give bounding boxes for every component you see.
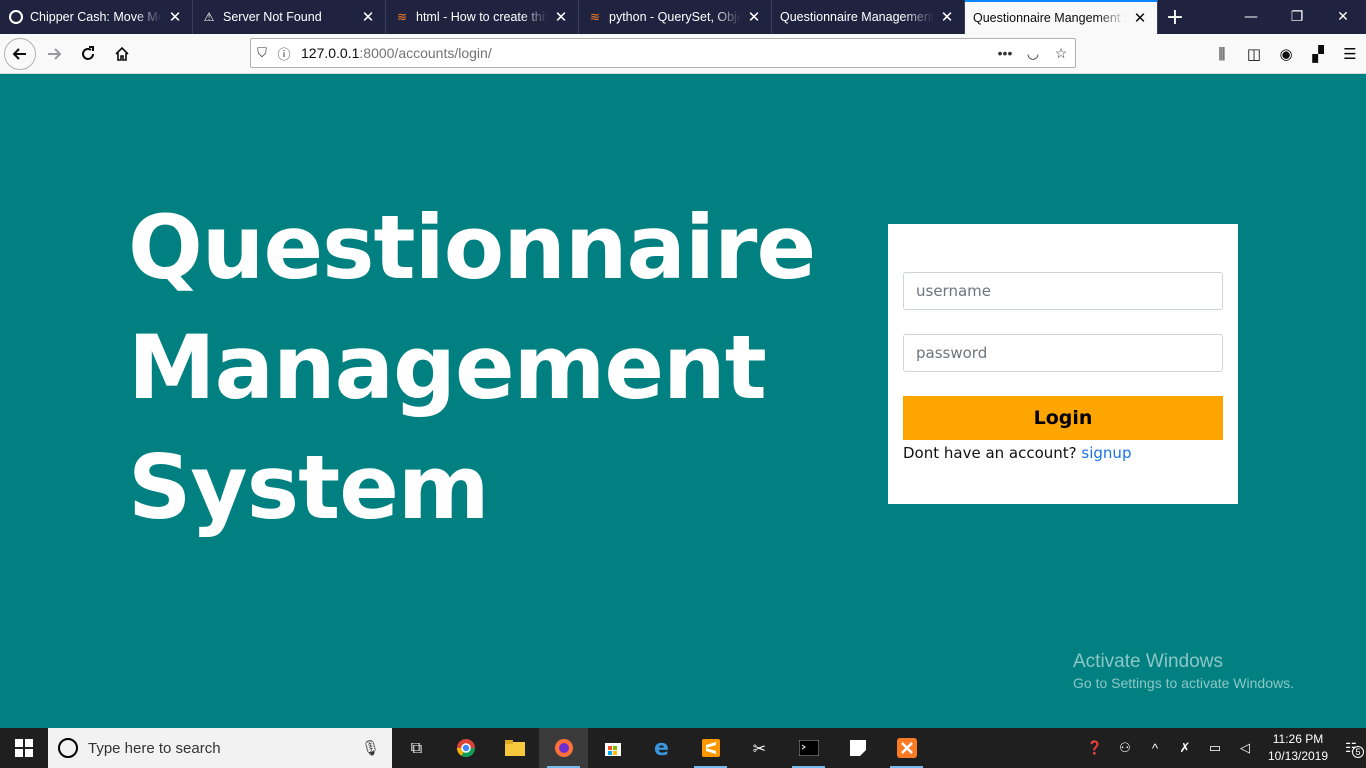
watermark-title: Activate Windows	[1073, 651, 1223, 672]
signup-prompt: Dont have an account?	[903, 444, 1082, 462]
extensions-icon[interactable]: ▞	[1302, 45, 1334, 63]
system-tray: ❓ ⚇ ^ ✗ ▭ ◁ 11:26 PM 10/13/2019 ☷ 5	[1080, 728, 1366, 768]
activate-windows-watermark: Activate Windows Go to Settings to activ…	[1073, 651, 1294, 691]
page-actions-icon[interactable]: •••	[991, 45, 1019, 62]
reload-icon	[82, 45, 94, 60]
shield-icon[interactable]: ⛉	[251, 45, 273, 61]
signup-link[interactable]: signup	[1081, 444, 1131, 462]
sidebar-icon[interactable]: ◫	[1238, 45, 1270, 63]
close-icon[interactable]: ✕	[359, 8, 377, 26]
new-tab-button[interactable]: +	[1158, 0, 1192, 34]
tab-server-not-found[interactable]: ⚠ Server Not Found ✕	[193, 0, 386, 34]
store-icon[interactable]	[588, 728, 637, 768]
search-placeholder: Type here to search	[88, 739, 221, 757]
terminal-icon[interactable]	[784, 728, 833, 768]
close-icon[interactable]: ✕	[166, 8, 184, 26]
warning-icon: ⚠	[203, 10, 215, 24]
clock-time: 11:26 PM	[1272, 732, 1324, 746]
tab-html[interactable]: ≋ html - How to create this ✕	[386, 0, 579, 34]
reload-button[interactable]	[72, 38, 104, 70]
tab-title: python - QuerySet, Objec	[609, 10, 741, 24]
stackoverflow-icon: ≋	[589, 10, 601, 24]
chipper-icon	[8, 9, 24, 25]
tab-title: html - How to create this	[416, 10, 548, 24]
notification-count: 5	[1352, 746, 1364, 758]
page-title: Questionnaire Management System	[128, 188, 816, 548]
login-card: Login Dont have an account? signup	[888, 224, 1238, 504]
tab-title: Questionnaire Mangement Sy	[973, 11, 1127, 25]
restore-icon[interactable]: ❐	[1274, 0, 1320, 34]
account-icon[interactable]: ◉	[1270, 45, 1302, 63]
close-icon[interactable]: ✕	[552, 8, 570, 26]
tab-title: Chipper Cash: Move Mon	[30, 10, 162, 24]
title-line: Questionnaire	[128, 196, 816, 299]
username-input[interactable]	[903, 272, 1223, 310]
home-icon	[115, 46, 129, 61]
minimize-icon[interactable]: —	[1228, 0, 1274, 34]
taskbar: Type here to search 🎙 ⧉ e ✂ ❓ ⚇ ^ ✗ ▭ ◁ …	[0, 728, 1366, 768]
chevron-up-icon[interactable]: ^	[1140, 741, 1170, 756]
library-icon[interactable]: ⫼	[1206, 45, 1238, 63]
start-button[interactable]	[0, 728, 48, 768]
taskbar-search[interactable]: Type here to search 🎙	[48, 728, 392, 768]
cortana-icon	[58, 738, 78, 758]
task-view-icon[interactable]: ⧉	[392, 728, 441, 768]
nav-bar: ⛉ ⓘ 127.0.0.1:8000/accounts/login/ ••• ◡…	[0, 34, 1366, 74]
menu-icon[interactable]: ☰	[1334, 45, 1366, 63]
battery-icon[interactable]: ▭	[1200, 740, 1230, 756]
watermark-subtitle: Go to Settings to activate Windows.	[1073, 675, 1294, 691]
close-icon[interactable]: ✕	[745, 8, 763, 26]
signup-line: Dont have an account? signup	[903, 444, 1131, 462]
windows-icon	[15, 739, 33, 757]
back-arrow-icon	[12, 47, 26, 60]
tab-title: Server Not Found	[223, 10, 322, 24]
forward-button[interactable]	[38, 38, 70, 70]
xampp-icon[interactable]	[882, 728, 931, 768]
tab-python[interactable]: ≋ python - QuerySet, Objec ✕	[579, 0, 772, 34]
pocket-icon[interactable]: ◡	[1019, 45, 1047, 62]
password-input[interactable]	[903, 334, 1223, 372]
snipping-tool-icon[interactable]: ✂	[735, 728, 784, 768]
title-line: Management	[128, 316, 767, 419]
close-icon[interactable]: ✕	[938, 8, 956, 26]
clock[interactable]: 11:26 PM 10/13/2019	[1260, 731, 1336, 765]
forward-arrow-icon	[48, 47, 62, 60]
firefox-icon[interactable]	[539, 728, 588, 768]
url-path: :8000/accounts/login/	[359, 45, 492, 61]
bookmark-star-icon[interactable]: ☆	[1047, 45, 1075, 62]
network-icon[interactable]: ✗	[1170, 740, 1200, 756]
help-icon[interactable]: ❓	[1080, 740, 1110, 756]
back-button[interactable]	[4, 37, 36, 70]
people-icon[interactable]: ⚇	[1110, 740, 1140, 756]
title-line: System	[128, 436, 490, 539]
stackoverflow-icon: ≋	[396, 10, 408, 24]
tab-questionnaire-active[interactable]: Questionnaire Mangement Sy ✕	[965, 0, 1158, 34]
edge-icon[interactable]: e	[637, 728, 686, 768]
url-host: 127.0.0.1	[301, 45, 360, 61]
home-button[interactable]	[106, 38, 138, 70]
microphone-icon[interactable]: 🎙	[361, 739, 380, 757]
tab-title: Questionnaire Management	[780, 10, 934, 24]
notifications-icon[interactable]: ☷ 5	[1336, 740, 1366, 758]
url-bar[interactable]: ⛉ ⓘ 127.0.0.1:8000/accounts/login/ ••• ◡…	[250, 38, 1076, 68]
sticky-notes-icon[interactable]	[833, 728, 882, 768]
sublime-icon[interactable]	[686, 728, 735, 768]
tab-chipper[interactable]: Chipper Cash: Move Mon ✕	[0, 0, 193, 34]
volume-icon[interactable]: ◁	[1230, 740, 1260, 756]
info-icon[interactable]: ⓘ	[273, 44, 295, 63]
clock-date: 10/13/2019	[1267, 749, 1329, 763]
tab-questionnaire[interactable]: Questionnaire Management ✕	[772, 0, 965, 34]
chrome-icon[interactable]	[441, 728, 490, 768]
tab-strip: Chipper Cash: Move Mon ✕ ⚠ Server Not Fo…	[0, 0, 1366, 34]
file-explorer-icon[interactable]	[490, 728, 539, 768]
close-icon[interactable]: ✕	[1131, 9, 1149, 27]
close-window-icon[interactable]: ✕	[1320, 0, 1366, 34]
login-button[interactable]: Login	[903, 396, 1223, 440]
